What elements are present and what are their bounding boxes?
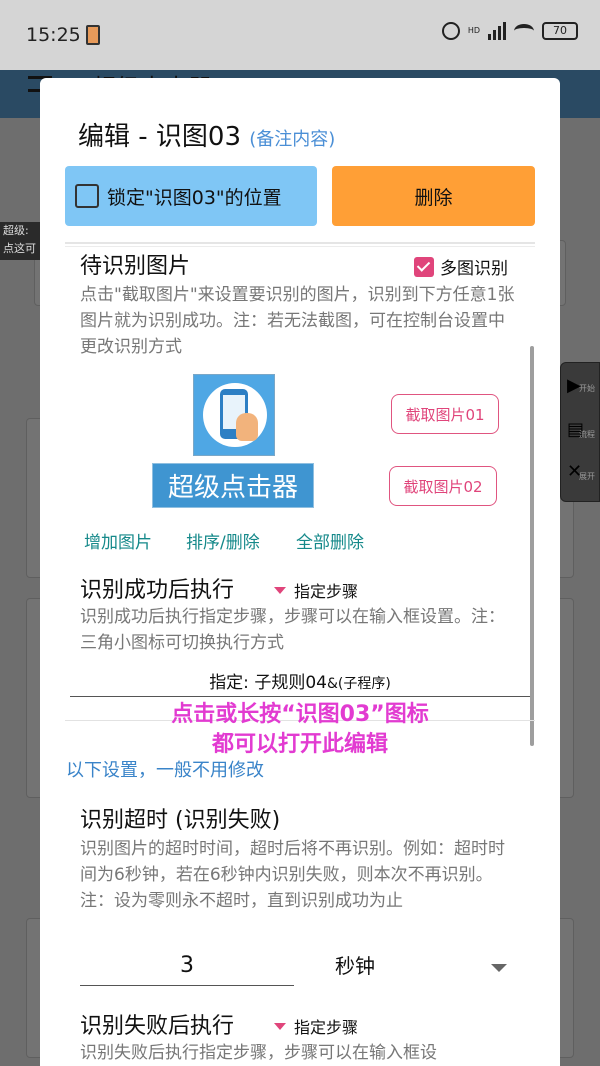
dialog-title-note[interactable]: (备注内容): [249, 129, 335, 150]
sim-icon: [86, 25, 100, 45]
status-icons: HD 70: [441, 22, 578, 40]
status-bar: 15:25 HD 70: [0, 0, 600, 70]
multi-image-toggle[interactable]: 多图识别: [414, 254, 508, 279]
triangle-dropdown-icon[interactable]: [274, 586, 286, 594]
timeout-section-description: 识别图片的超时时间，超时后将不再识别。例如：超时时间为6秒钟，若在6秒钟内识别失…: [80, 839, 505, 911]
assigned-step-input[interactable]: 指定: 子规则04&(子程序): [40, 668, 560, 693]
success-section-description: 识别成功后执行指定步骤，步骤可以在输入框设置。注：三角小图标可切换执行方式: [80, 607, 505, 653]
recognition-image-01[interactable]: [193, 374, 275, 456]
assigned-step-suffix: &(子程序): [326, 676, 391, 692]
lock-position-button[interactable]: 锁定"识图03"的位置: [65, 166, 317, 226]
fail-action-select[interactable]: 指定步骤: [274, 1014, 358, 1038]
success-action-select[interactable]: 指定步骤: [274, 578, 358, 602]
side-label-start: 开始: [579, 384, 595, 393]
lock-checkbox[interactable]: [75, 184, 99, 208]
delete-button[interactable]: 删除: [332, 166, 535, 226]
hand-icon: [236, 413, 258, 441]
multi-image-label: 多图识别: [440, 259, 508, 279]
dialog-title-text: 编辑 - 识图03: [78, 122, 241, 152]
lock-position-label: 锁定"识图03"的位置: [107, 186, 282, 209]
fail-section-heading: 识别失败后执行: [80, 1014, 235, 1039]
multi-image-checkbox[interactable]: [414, 256, 434, 277]
timeout-section-heading: 识别超时 (识别失败): [80, 808, 281, 833]
dialog-title: 编辑 - 识图03 (备注内容): [78, 116, 335, 153]
capture-image-02-button[interactable]: 截取图片02: [389, 466, 497, 506]
recognition-image-02[interactable]: 超级点击器: [152, 463, 314, 508]
sort-delete-link[interactable]: 排序/删除: [186, 528, 260, 553]
triangle-dropdown-icon[interactable]: [274, 1022, 286, 1030]
dropdown-arrow-icon[interactable]: [491, 964, 507, 972]
add-image-link[interactable]: 增加图片: [84, 528, 152, 553]
instruction-line-1: 点击或长按“识图03”图标: [171, 702, 429, 727]
signal-icon: [488, 22, 506, 40]
floating-control-panel[interactable]: ▶ 开始 ▤ 流程 ✕ 展开: [560, 362, 600, 502]
success-action-value: 指定步骤: [294, 582, 359, 601]
timeout-input[interactable]: 3: [80, 946, 294, 986]
input-underline: [70, 696, 530, 697]
instruction-overlay: 点击或长按“识图03”图标 都可以打开此编辑: [40, 700, 560, 760]
status-time: 15:25: [26, 24, 81, 46]
success-section-heading: 识别成功后执行: [80, 578, 235, 603]
capture-image-01-button[interactable]: 截取图片01: [391, 394, 499, 434]
wifi-icon: [514, 24, 534, 38]
battery-icon: 70: [542, 22, 578, 40]
fail-section-description: 识别失败后执行指定步骤，步骤可以在输入框设: [80, 1043, 437, 1063]
timeout-unit-select[interactable]: 秒钟: [335, 950, 375, 979]
delete-all-link[interactable]: 全部删除: [296, 528, 364, 553]
image-section-heading: 待识别图片: [80, 254, 191, 279]
advanced-settings-note: 以下设置，一般不用修改: [66, 760, 264, 781]
image-section-description: 点击"截取图片"来设置要识别的图片，识别到下方任意1张图片就为识别成功。注：若无…: [80, 285, 515, 357]
assigned-step-value: 指定: 子规则04: [209, 673, 327, 693]
network-type: HD: [467, 26, 480, 35]
divider: [65, 246, 535, 247]
side-label-expand: 展开: [579, 472, 595, 481]
alarm-icon: [441, 22, 460, 40]
fail-action-value: 指定步骤: [294, 1018, 359, 1037]
edit-dialog: 编辑 - 识图03 (备注内容) 锁定"识图03"的位置 删除 待识别图片 多图…: [40, 78, 560, 1066]
side-label-flow: 流程: [579, 430, 595, 439]
background-tooltip: 超级: 点这可: [0, 222, 42, 260]
divider: [65, 242, 535, 244]
